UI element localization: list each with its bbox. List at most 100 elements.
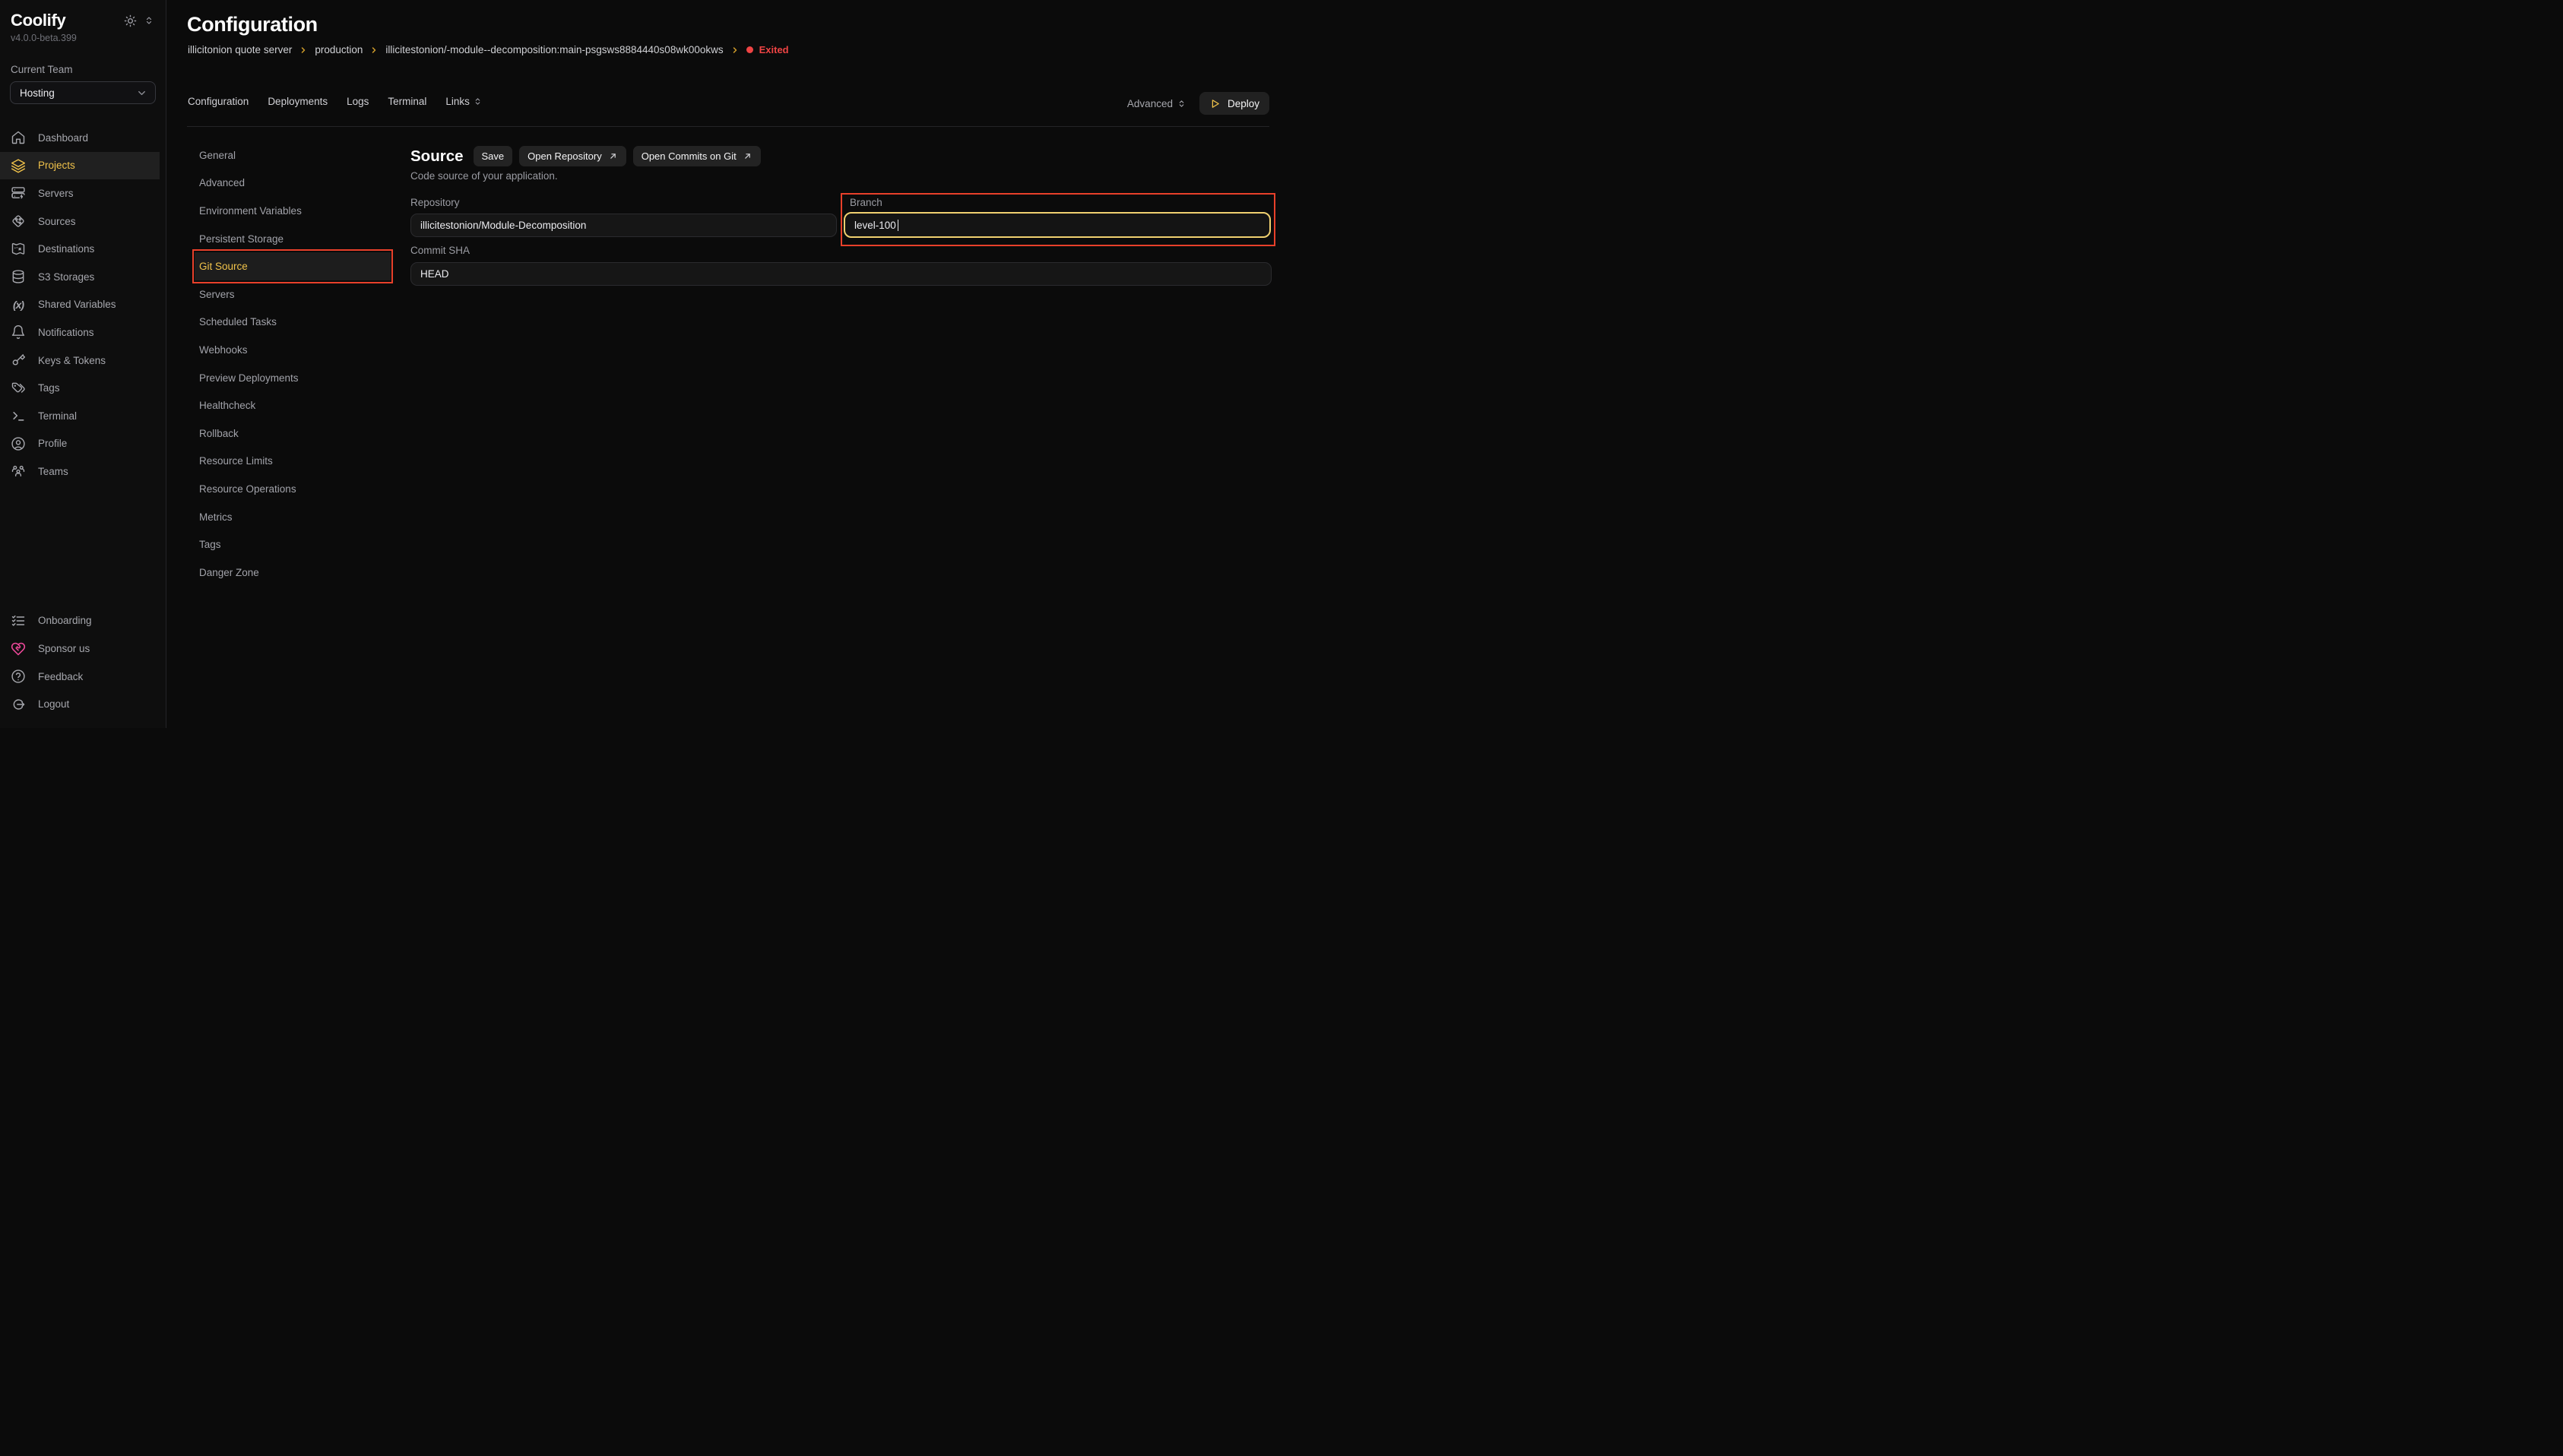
- sidebar-item-keys-tokens[interactable]: Keys & Tokens: [0, 347, 166, 375]
- subnav-item-rollback[interactable]: Rollback: [195, 419, 391, 448]
- users-icon: [11, 464, 26, 479]
- tab-bar: Configuration Deployments Logs Terminal …: [188, 96, 482, 107]
- heart-hands-icon: [11, 641, 26, 657]
- commit-sha-label: Commit SHA: [410, 245, 470, 256]
- chevron-down-icon: [136, 87, 147, 99]
- sidebar-item-logout[interactable]: Logout: [0, 690, 166, 718]
- main-content: Configuration illicitonion quote server …: [166, 0, 1282, 728]
- subnav-item-general[interactable]: General: [195, 141, 391, 169]
- tab-terminal[interactable]: Terminal: [388, 96, 426, 107]
- app-version: v4.0.0-beta.399: [0, 30, 166, 43]
- theme-switcher-chevrons-icon[interactable]: [144, 16, 154, 25]
- breadcrumb-project[interactable]: illicitonion quote server: [188, 44, 292, 55]
- sidebar-nav: Dashboard Projects Servers Sources Desti…: [0, 124, 166, 486]
- subnav-item-scheduled-tasks[interactable]: Scheduled Tasks: [195, 309, 391, 337]
- key-icon: [11, 353, 26, 368]
- bell-icon: [11, 324, 26, 340]
- database-icon: [11, 269, 26, 284]
- chevron-right-icon: [369, 46, 379, 55]
- layers-icon: [11, 158, 26, 173]
- source-description: Code source of your application.: [410, 170, 558, 182]
- subnav-item-advanced[interactable]: Advanced: [195, 169, 391, 198]
- tab-logs[interactable]: Logs: [347, 96, 369, 107]
- play-icon: [1209, 98, 1221, 109]
- sidebar-item-shared-variables[interactable]: (x) Shared Variables: [0, 291, 166, 319]
- subnav-item-webhooks[interactable]: Webhooks: [195, 336, 391, 364]
- subnav-item-metrics[interactable]: Metrics: [195, 503, 391, 531]
- repository-input[interactable]: illicitestonion/Module-Decomposition: [410, 214, 837, 237]
- breadcrumb-environment[interactable]: production: [315, 44, 363, 55]
- sidebar-item-profile[interactable]: Profile: [0, 430, 166, 458]
- open-commits-button[interactable]: Open Commits on Git: [633, 146, 761, 166]
- sidebar-item-sponsor-us[interactable]: Sponsor us: [0, 635, 166, 663]
- arrow-up-right-icon: [743, 151, 752, 161]
- variable-icon: (x): [11, 299, 26, 311]
- divider: [187, 126, 1269, 127]
- current-team-label: Current Team: [0, 64, 166, 75]
- logout-icon: [11, 697, 26, 712]
- sidebar-footer-nav: Onboarding Sponsor us Feedback Logout: [0, 607, 166, 718]
- chevrons-up-down-icon: [474, 97, 482, 106]
- subnav-item-healthcheck[interactable]: Healthcheck: [195, 391, 391, 419]
- source-heading: Source: [410, 147, 464, 166]
- checklist-icon: [11, 613, 26, 628]
- subnav-item-environment-variables[interactable]: Environment Variables: [195, 197, 391, 225]
- subnav-item-resource-limits[interactable]: Resource Limits: [195, 448, 391, 476]
- home-icon: [11, 130, 26, 145]
- open-repository-button[interactable]: Open Repository: [519, 146, 626, 166]
- sidebar-item-destinations[interactable]: Destinations: [0, 235, 166, 263]
- tab-configuration[interactable]: Configuration: [188, 96, 249, 107]
- theme-sun-icon[interactable]: [124, 14, 137, 27]
- subnav-item-danger-zone[interactable]: Danger Zone: [195, 559, 391, 587]
- source-header: Source Save Open Repository Open Commits…: [410, 146, 761, 166]
- configuration-subnav: GeneralAdvancedEnvironment VariablesPers…: [195, 141, 391, 587]
- text-cursor: [898, 220, 899, 231]
- save-button[interactable]: Save: [474, 146, 513, 166]
- chevron-right-icon: [299, 46, 308, 55]
- user-circle-icon: [11, 436, 26, 451]
- sidebar-item-tags[interactable]: Tags: [0, 374, 166, 402]
- subnav-item-git-source[interactable]: Git Source: [195, 252, 391, 280]
- sidebar-item-notifications[interactable]: Notifications: [0, 318, 166, 347]
- sidebar-item-onboarding[interactable]: Onboarding: [0, 607, 166, 635]
- breadcrumb: illicitonion quote server production ill…: [188, 44, 789, 55]
- sidebar-item-teams[interactable]: Teams: [0, 457, 166, 486]
- tab-deployments[interactable]: Deployments: [268, 96, 328, 107]
- page-title: Configuration: [187, 13, 318, 36]
- sidebar-item-servers[interactable]: Servers: [0, 179, 166, 207]
- tab-links[interactable]: Links: [445, 96, 482, 107]
- map-icon: [11, 242, 26, 257]
- arrow-up-right-icon: [608, 151, 618, 161]
- subnav-item-resource-operations[interactable]: Resource Operations: [195, 475, 391, 503]
- server-icon: [11, 185, 26, 201]
- subnav-item-persistent-storage[interactable]: Persistent Storage: [195, 225, 391, 253]
- status-badge: Exited: [746, 44, 789, 55]
- terminal-icon: [11, 408, 26, 423]
- sidebar-item-s3-storages[interactable]: S3 Storages: [0, 263, 166, 291]
- sidebar-item-sources[interactable]: Sources: [0, 207, 166, 236]
- deploy-button[interactable]: Deploy: [1199, 92, 1269, 115]
- sidebar-item-dashboard[interactable]: Dashboard: [0, 124, 166, 152]
- branch-label: Branch: [850, 197, 882, 208]
- subnav-item-servers[interactable]: Servers: [195, 280, 391, 309]
- sidebar-item-terminal[interactable]: Terminal: [0, 402, 166, 430]
- chevrons-up-down-icon: [1177, 100, 1186, 108]
- commit-sha-input[interactable]: HEAD: [410, 262, 1272, 286]
- subnav-item-preview-deployments[interactable]: Preview Deployments: [195, 364, 391, 392]
- git-source-icon: [11, 214, 26, 229]
- sidebar-item-feedback[interactable]: Feedback: [0, 663, 166, 691]
- chevron-right-icon: [730, 46, 740, 55]
- status-label: Exited: [759, 44, 789, 55]
- status-dot-icon: [746, 46, 753, 53]
- subnav-item-tags[interactable]: Tags: [195, 530, 391, 559]
- team-select[interactable]: Hosting: [10, 81, 156, 104]
- sidebar: Coolify v4.0.0-beta.399 Current Team Hos…: [0, 0, 166, 728]
- breadcrumb-application[interactable]: illicitestonion/-module--decomposition:m…: [385, 44, 723, 55]
- help-circle-icon: [11, 669, 26, 684]
- branch-input[interactable]: level-100: [844, 212, 1271, 238]
- advanced-select[interactable]: Advanced: [1127, 98, 1186, 109]
- sidebar-item-projects[interactable]: Projects: [0, 152, 160, 180]
- repository-label: Repository: [410, 197, 460, 208]
- tags-icon: [11, 381, 26, 396]
- team-select-value: Hosting: [20, 87, 55, 99]
